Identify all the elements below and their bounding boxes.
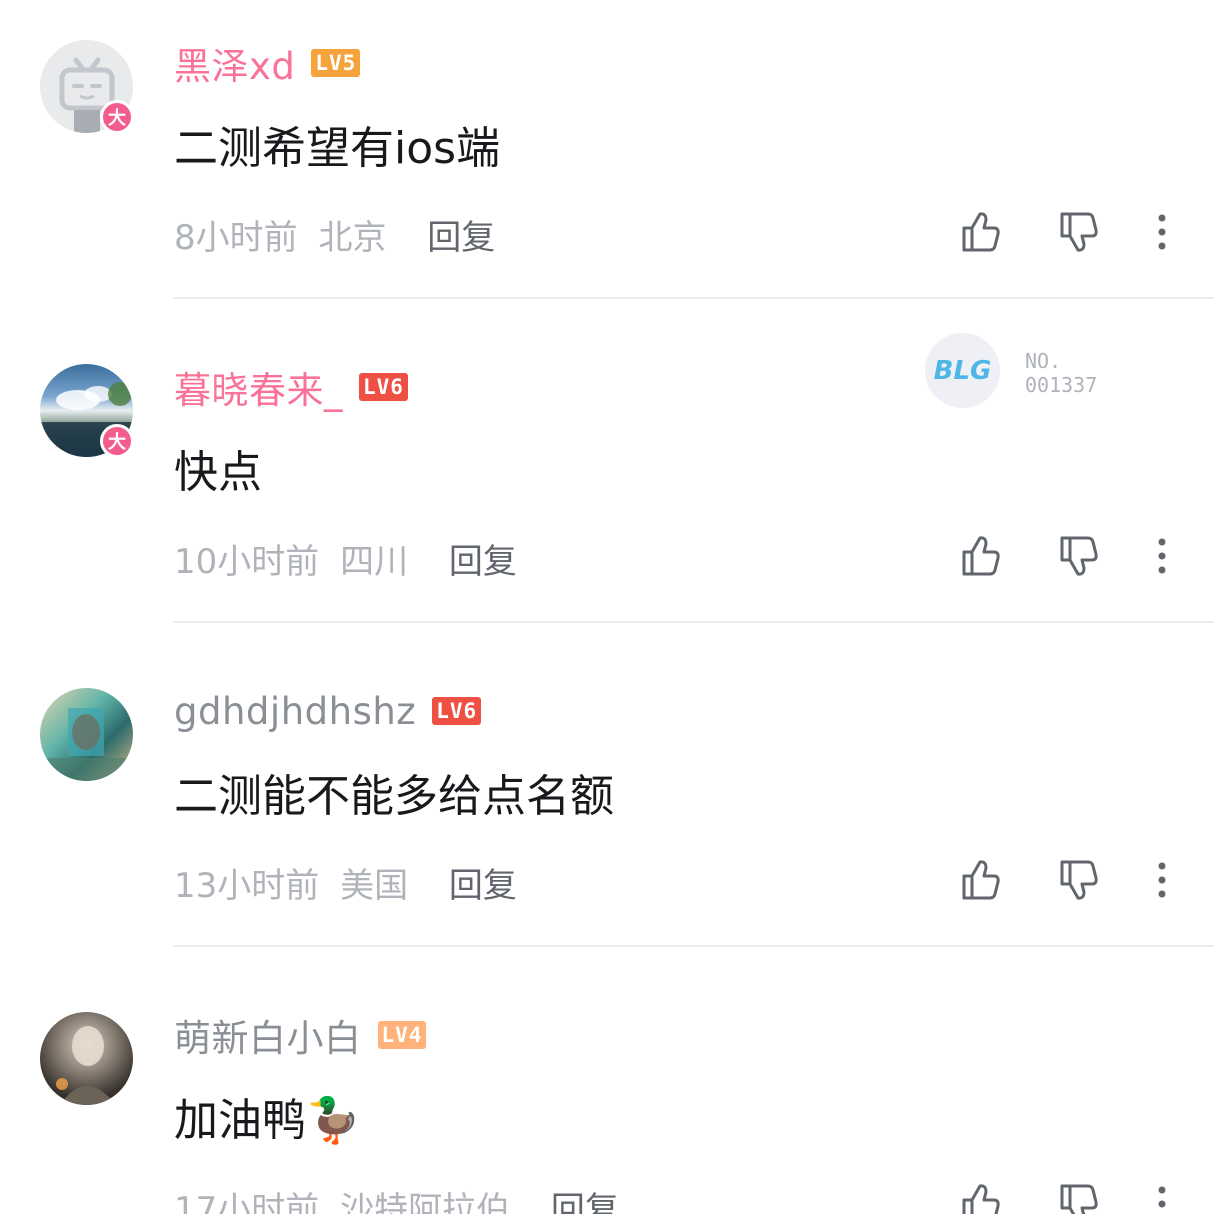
avatar-wrapper[interactable] xyxy=(40,1012,133,1105)
level-badge: LV6 xyxy=(432,697,482,725)
avatar-wrapper[interactable]: 大 xyxy=(40,364,134,458)
divider xyxy=(173,621,1214,623)
reply-button[interactable]: 回复 xyxy=(449,866,517,906)
thumbs-down-icon[interactable] xyxy=(1052,206,1104,258)
vip-badge: 大 xyxy=(100,100,134,134)
thumbs-down-icon[interactable] xyxy=(1052,854,1104,906)
portrait-art-icon xyxy=(40,708,133,781)
reply-button[interactable]: 回复 xyxy=(551,1190,619,1214)
username[interactable]: 黑泽xd xyxy=(174,36,295,90)
avatar[interactable] xyxy=(40,1012,133,1105)
more-vertical-icon[interactable] xyxy=(1136,1178,1188,1214)
comment-text: 二测希望有ios端 xyxy=(174,123,501,174)
fan-badge[interactable]: BLG NO. 001337 xyxy=(925,333,1125,417)
thumbs-down-icon[interactable] xyxy=(1052,530,1104,582)
comment-text: 加油鸭🦆 xyxy=(174,1095,361,1146)
level-badge: LV6 xyxy=(359,373,408,401)
avatar-wrapper[interactable] xyxy=(40,688,133,781)
comment-text: 快点 xyxy=(174,447,262,498)
timestamp: 13小时前 xyxy=(174,866,320,906)
thumbs-up-icon[interactable] xyxy=(954,1178,1006,1214)
thumbs-down-icon[interactable] xyxy=(1052,1178,1104,1214)
vip-badge: 大 xyxy=(100,424,134,458)
reply-button[interactable]: 回复 xyxy=(427,218,495,258)
timestamp: 8小时前 xyxy=(174,218,298,258)
location: 北京 xyxy=(318,218,387,258)
comment-meta: 10小时前 四川 回复 xyxy=(174,534,517,583)
username[interactable]: 暮晓春来_ xyxy=(174,360,343,414)
more-vertical-icon[interactable] xyxy=(1136,206,1188,258)
divider xyxy=(173,945,1214,947)
fan-badge-number: 001337 xyxy=(1025,373,1098,397)
avatar-wrapper[interactable]: 大 xyxy=(40,40,134,134)
username[interactable]: 萌新白小白 xyxy=(174,1008,362,1062)
location: 沙特阿拉伯 xyxy=(340,1190,511,1214)
location: 美国 xyxy=(340,866,409,906)
thumbs-up-icon[interactable] xyxy=(954,530,1006,582)
username[interactable]: gdhdjhdhshz xyxy=(174,690,416,733)
name-row: 黑泽xd LV5 xyxy=(174,40,361,88)
level-badge: LV5 xyxy=(311,49,361,77)
comment-meta: 17小时前 沙特阿拉伯 回复 xyxy=(174,1182,619,1214)
thumbs-up-icon[interactable] xyxy=(954,206,1006,258)
comment-text: 二测能不能多给点名额 xyxy=(174,771,614,822)
fan-badge-label: NO. xyxy=(1025,349,1062,373)
name-row: 暮晓春来_ LV6 xyxy=(174,364,408,412)
timestamp: 10小时前 xyxy=(174,542,320,582)
comment-list: 大 黑泽xd LV5 二测希望有ios端 8小时前 北京 回复 大 暮晓春来_ … xyxy=(0,0,1214,1214)
divider xyxy=(173,297,1214,299)
fan-badge-logo-icon: BLG xyxy=(925,333,1000,408)
name-row: gdhdjhdhshz LV6 xyxy=(174,688,482,734)
more-vertical-icon[interactable] xyxy=(1136,854,1188,906)
timestamp: 17小时前 xyxy=(174,1190,320,1214)
name-row: 萌新白小白 LV4 xyxy=(174,1012,427,1060)
reply-button[interactable]: 回复 xyxy=(449,542,517,582)
more-vertical-icon[interactable] xyxy=(1136,530,1188,582)
level-badge: LV4 xyxy=(377,1021,427,1049)
character-portrait-icon xyxy=(56,1026,116,1105)
fan-badge-text: NO. 001337 xyxy=(1025,349,1097,397)
location: 四川 xyxy=(340,542,409,582)
avatar[interactable] xyxy=(40,688,133,781)
comment-meta: 13小时前 美国 回复 xyxy=(174,858,517,907)
comment-meta: 8小时前 北京 回复 xyxy=(174,210,495,259)
thumbs-up-icon[interactable] xyxy=(954,854,1006,906)
